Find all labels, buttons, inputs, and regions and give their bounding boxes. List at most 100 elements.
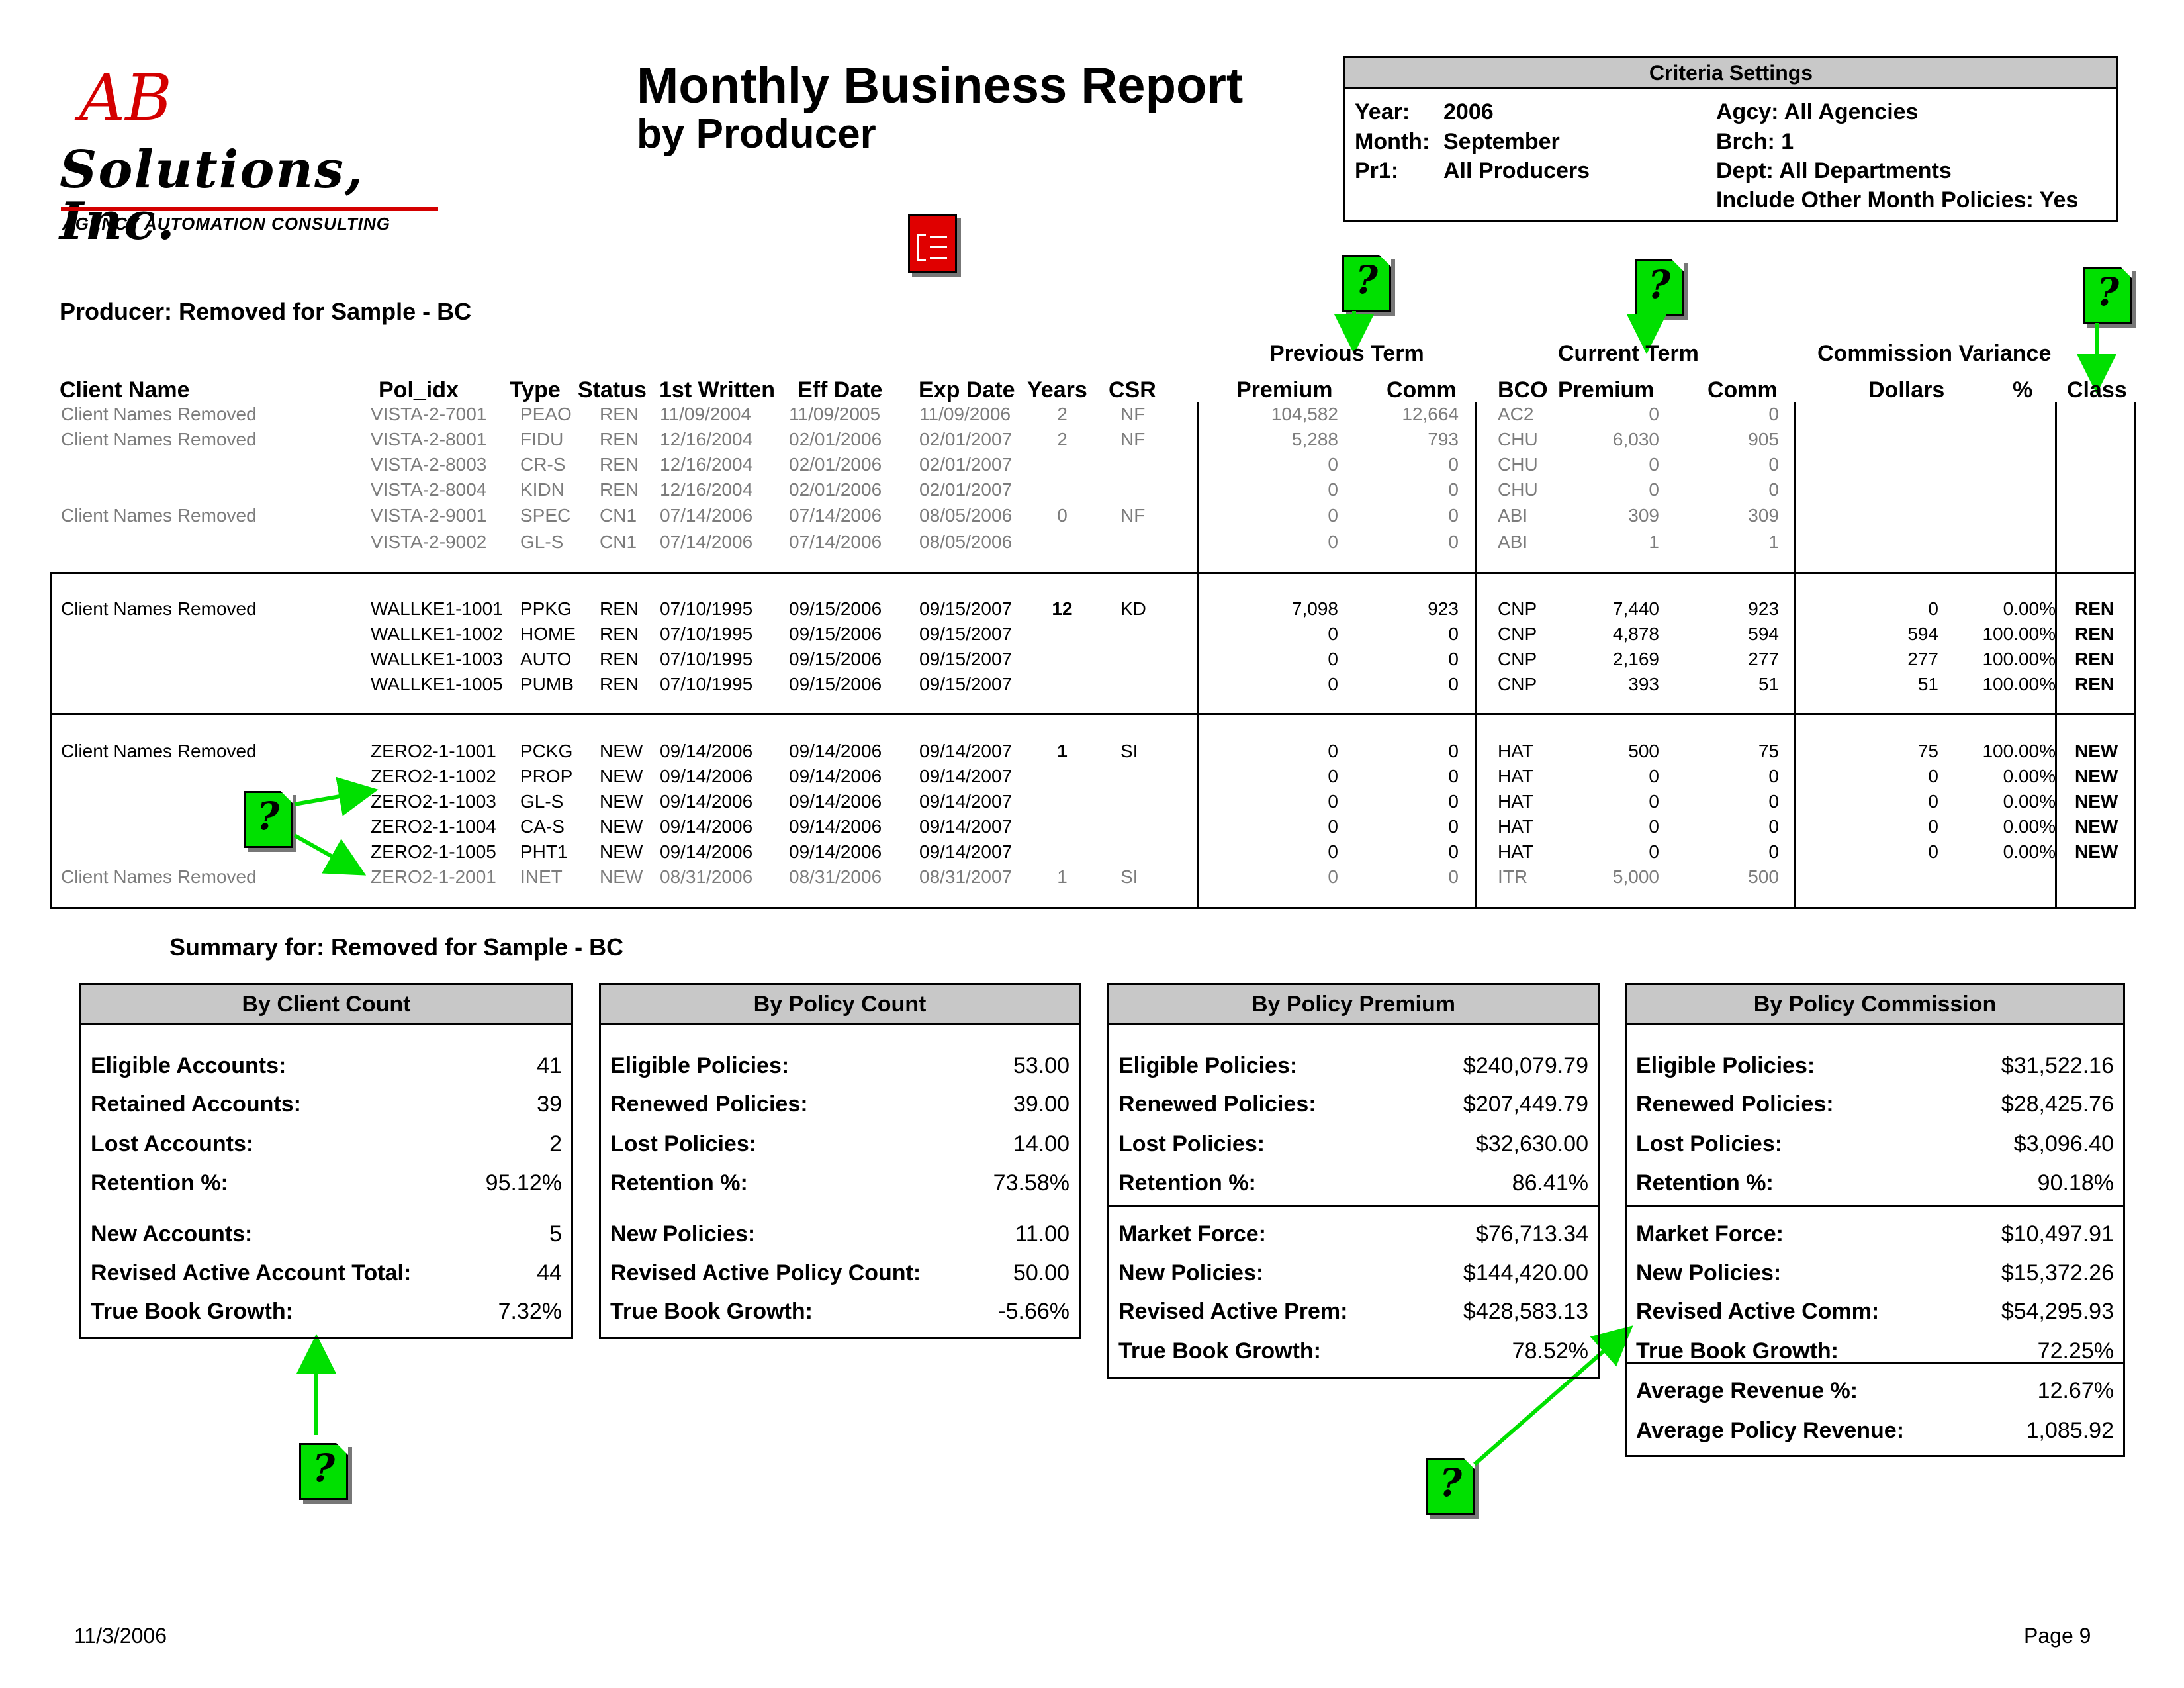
cell-status: REN [600,479,639,500]
cell-pol-idx: ZERO2-1-1004 [371,816,496,837]
cell-eff-date: 09/14/2006 [789,766,882,786]
summary-label: Eligible Policies: [1636,1053,1815,1078]
cell-pct: 0.00% [2003,841,2056,862]
cell-eff-date: 07/14/2006 [789,532,882,552]
summary-label: Revised Active Prem: [1118,1299,1348,1324]
cell-cur-premium: 0 [1649,791,1659,812]
cell-client-name: Client Names Removed [61,598,257,619]
summary-value: 72.25% [2037,1338,2114,1364]
cell-prev-premium: 0 [1328,867,1338,887]
cell-eff-date: 09/14/2006 [789,816,882,837]
cell-cur-premium: 309 [1628,505,1659,526]
cell-type: AUTO [520,649,572,669]
cell-prev-comm: 0 [1448,505,1459,526]
cell-cur-premium: 0 [1649,841,1659,862]
cell-cur-comm: 309 [1748,505,1779,526]
summary-value: $144,420.00 [1463,1260,1588,1286]
cell-status: NEW [600,791,643,812]
summary-header: By Policy Count [599,983,1081,1025]
cell-dollars: 594 [1907,624,1938,644]
cell-cur-premium: 4,878 [1612,624,1659,644]
cell-class: NEW [2075,791,2118,812]
cell-cur-comm: 0 [1768,816,1779,837]
cell-eff-date: 09/15/2006 [789,598,882,619]
cell-status: NEW [600,741,643,761]
cell-pct: 100.00% [1982,624,2056,644]
summary-value: 11.00 [1015,1221,1069,1246]
cell-bco: CNP [1498,624,1537,644]
cell-client-name: Client Names Removed [61,429,257,449]
cell-cur-comm: 0 [1768,454,1779,475]
cell-prev-premium: 0 [1328,766,1338,786]
cell-prev-comm: 0 [1448,674,1459,694]
cell-status: NEW [600,841,643,862]
cell-bco: HAT [1498,791,1533,812]
cell-prev-comm: 0 [1448,479,1459,500]
cell-type: HOME [520,624,576,644]
cell-client-name: Client Names Removed [61,404,257,424]
cell-eff-date: 02/01/2006 [789,429,882,449]
cell-cur-comm: 75 [1758,741,1779,761]
col-prev-comm: Comm [1387,377,1457,402]
divider [2134,402,2136,908]
cell-first-written: 12/16/2004 [660,479,753,500]
cell-prev-premium: 0 [1328,479,1338,500]
cell-exp-date: 09/15/2007 [919,624,1013,644]
cell-exp-date: 02/01/2007 [919,454,1013,475]
cell-bco: ITR [1498,867,1528,887]
summary-by-client-count: By Client Count Eligible Accounts: 41 Reta… [79,983,573,1339]
summary-label: Renewed Policies: [610,1092,808,1117]
summary-label: True Book Growth: [1118,1338,1321,1364]
cell-bco: CHU [1498,454,1538,475]
cell-cur-premium: 7,440 [1612,598,1659,619]
summary-label: Revised Active Account Total: [91,1260,412,1286]
cell-prev-premium: 0 [1328,841,1338,862]
cell-exp-date: 09/14/2007 [919,841,1013,862]
cell-years: 12 [1052,598,1073,619]
cell-class: REN [2075,674,2115,694]
cell-status: REN [600,404,639,424]
cell-type: PEAO [520,404,572,424]
summary-value: 39.00 [1013,1092,1069,1117]
cell-type: INET [520,867,563,887]
cell-cur-premium: 0 [1649,766,1659,786]
cell-status: REN [600,649,639,669]
summary-value: 7.32% [498,1299,562,1324]
summary-label: Eligible Policies: [1118,1053,1298,1078]
cell-first-written: 08/31/2006 [660,867,753,887]
summary-label: Retention %: [1636,1170,1774,1196]
cell-cur-comm: 0 [1768,766,1779,786]
group-separator [50,572,2136,574]
cell-bco: HAT [1498,766,1533,786]
divider [1794,402,1796,908]
cell-pct: 0.00% [2003,766,2056,786]
cell-pol-idx: ZERO2-1-1005 [371,841,496,862]
cell-csr: NF [1120,429,1146,449]
cell-cur-premium: 0 [1649,454,1659,475]
cell-class: NEW [2075,741,2118,761]
summary-label: Eligible Accounts: [91,1053,287,1078]
cell-dollars: 0 [1928,791,1938,812]
summary-label: Lost Policies: [610,1131,757,1156]
cell-class: REN [2075,624,2115,644]
cell-years: 1 [1057,741,1068,761]
cell-csr: SI [1120,867,1138,887]
cell-class: NEW [2075,841,2118,862]
cell-type: FIDU [520,429,564,449]
cell-pol-idx: ZERO2-1-2001 [371,867,496,887]
summary-label: Retained Accounts: [91,1092,302,1117]
cell-type: GL-S [520,532,564,552]
cell-class: REN [2075,649,2115,669]
cell-prev-comm: 0 [1448,816,1459,837]
group-separator [50,713,2136,715]
cell-pct: 100.00% [1982,741,2056,761]
summary-value: $32,630.00 [1475,1131,1588,1156]
summary-label: New Accounts: [91,1221,253,1246]
cell-csr: KD [1120,598,1146,619]
cell-exp-date: 08/05/2006 [919,532,1013,552]
cell-pol-idx: WALLKE1-1005 [371,674,503,694]
cell-pol-idx: VISTA-2-7001 [371,404,487,424]
cell-prev-comm: 0 [1448,867,1459,887]
cell-pol-idx: WALLKE1-1003 [371,649,503,669]
cell-prev-premium: 0 [1328,741,1338,761]
